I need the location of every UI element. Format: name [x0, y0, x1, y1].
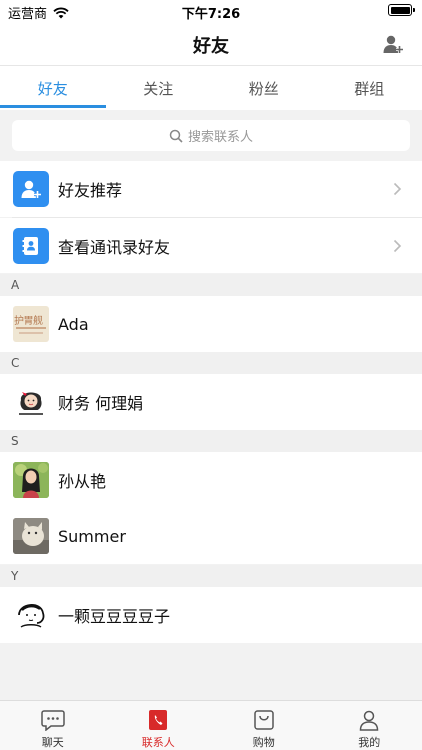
chat-bubble-icon	[41, 710, 65, 731]
chevron-right-icon	[393, 182, 402, 196]
avatar: 护胃舰	[13, 306, 49, 342]
tabbar-profile-label: 我的	[358, 736, 381, 749]
status-time: 下午7:26	[181, 7, 241, 22]
friend-recommend-row[interactable]: 好友推荐	[0, 161, 422, 217]
battery-icon	[388, 4, 415, 16]
contact-row[interactable]: 财务 何理娟	[0, 374, 422, 430]
contact-row[interactable]: 护胃舰 Ada	[0, 296, 422, 352]
section-header-a: A	[0, 274, 422, 296]
avatar-ada-logo: 护胃舰	[14, 316, 43, 327]
tabbar-shopping[interactable]: 购物	[211, 701, 317, 750]
shopping-bag-icon	[254, 710, 274, 730]
page-title: 好友	[193, 36, 229, 57]
contact-row[interactable]: Summer	[0, 508, 422, 564]
tab-friends[interactable]: 好友	[0, 66, 106, 110]
tab-groups[interactable]: 群组	[317, 66, 422, 110]
search-icon	[169, 129, 183, 143]
contact-name: 财务 何理娟	[58, 394, 144, 413]
section-header-c: C	[0, 352, 422, 374]
section-header-s: S	[0, 430, 422, 452]
contact-name: 一颗豆豆豆豆子	[58, 607, 171, 626]
tabbar-contacts-label: 联系人	[141, 736, 175, 749]
section-header-y: Y	[0, 565, 422, 587]
avatar	[13, 462, 49, 498]
nav-bar: 好友	[0, 22, 422, 66]
view-contacts-label: 查看通讯录好友	[58, 237, 171, 257]
status-bar: 运营商 下午7:26	[0, 0, 422, 22]
bottom-tab-bar: 聊天 联系人 购物 我的	[0, 700, 422, 750]
search-input[interactable]: 搜索联系人	[12, 120, 410, 151]
add-friend-icon[interactable]	[382, 33, 404, 55]
avatar	[13, 597, 49, 633]
top-tabs: 好友 关注 粉丝 群组	[0, 66, 422, 110]
search-area: 搜索联系人	[0, 110, 422, 161]
contact-name: 孙从艳	[58, 472, 107, 491]
tabbar-contacts[interactable]: 联系人	[106, 701, 212, 750]
chevron-right-icon	[393, 239, 402, 252]
contact-name: Summer	[58, 526, 126, 546]
tab-fans[interactable]: 粉丝	[211, 66, 317, 110]
avatar	[13, 518, 49, 554]
friend-recommend-label: 好友推荐	[58, 181, 123, 200]
tab-active-indicator	[0, 105, 106, 108]
tabbar-chat[interactable]: 聊天	[0, 701, 106, 750]
contacts-phone-icon	[149, 710, 168, 730]
person-icon	[359, 710, 379, 731]
search-placeholder: 搜索联系人	[187, 130, 253, 145]
add-friend-icon	[13, 171, 49, 207]
tab-following[interactable]: 关注	[106, 66, 212, 110]
view-contacts-row[interactable]: 查看通讯录好友	[0, 218, 422, 273]
contact-row[interactable]: 孙从艳	[0, 452, 422, 508]
contact-name: Ada	[58, 314, 89, 334]
tabbar-shopping-label: 购物	[252, 736, 275, 749]
tabbar-chat-label: 聊天	[41, 736, 64, 749]
contact-row[interactable]: 一颗豆豆豆豆子	[0, 587, 422, 643]
avatar	[13, 384, 49, 420]
contacts-book-icon	[13, 227, 49, 264]
tabbar-profile[interactable]: 我的	[317, 701, 422, 750]
